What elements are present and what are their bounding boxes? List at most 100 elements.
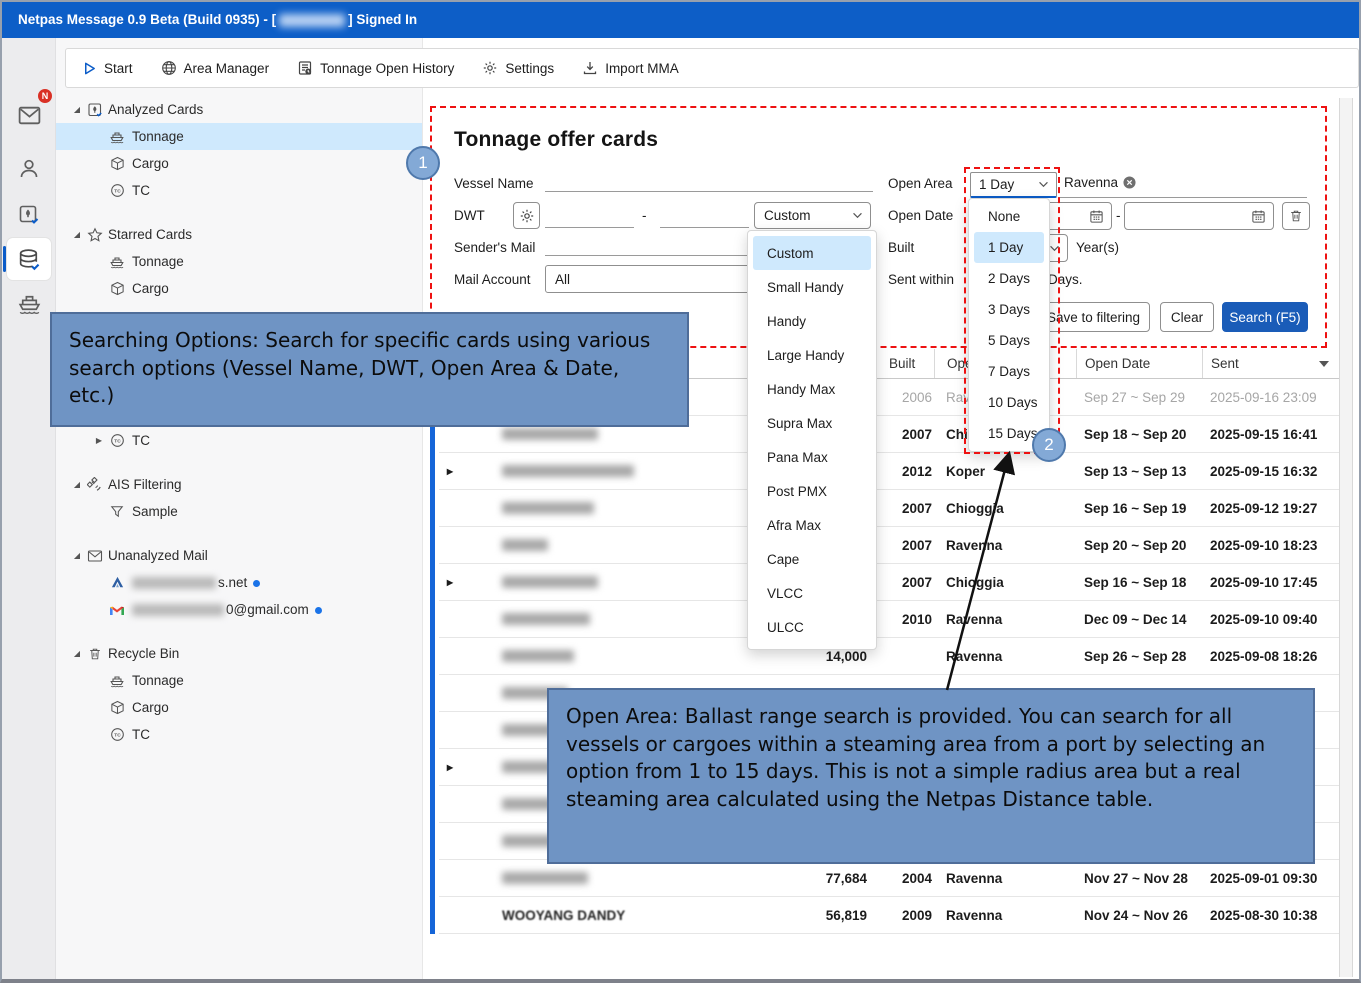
header-built[interactable]: Built bbox=[870, 349, 934, 378]
sidebar-item-0-gmail-com[interactable]: 0@gmail.com bbox=[56, 596, 422, 623]
calendar-icon[interactable] bbox=[1089, 209, 1111, 224]
dropdown-option-large-handy[interactable]: Large Handy bbox=[753, 338, 871, 372]
sidebar-group-analyzed-cards[interactable]: ◢Analyzed Cards bbox=[56, 96, 422, 123]
dropdown-option-custom[interactable]: Custom bbox=[753, 236, 871, 270]
sidebar-item-cargo[interactable]: Cargo bbox=[56, 275, 422, 302]
dropdown-option-afra-max[interactable]: Afra Max bbox=[753, 508, 871, 542]
row-expand-icon[interactable]: ▶ bbox=[439, 564, 461, 600]
dropdown-option-ulcc[interactable]: ULCC bbox=[753, 610, 871, 644]
header-open-date[interactable]: Open Date bbox=[1076, 349, 1202, 378]
tree-expanded-icon[interactable]: ◢ bbox=[70, 105, 84, 114]
toolbar-button-start[interactable]: Start bbox=[82, 61, 133, 76]
sidebar-group-unanalyzed-mail[interactable]: ◢Unanalyzed Mail bbox=[56, 542, 422, 569]
sidebar-item-tonnage[interactable]: Tonnage bbox=[56, 248, 422, 275]
dropdown-option-handy[interactable]: Handy bbox=[753, 304, 871, 338]
built-unit-label: Year(s) bbox=[1076, 240, 1119, 255]
sidebar-item-cargo[interactable]: Cargo bbox=[56, 150, 422, 177]
rail-item-mail[interactable]: N bbox=[7, 94, 51, 136]
cell-sent: 2025-09-10 17:45 bbox=[1202, 564, 1339, 600]
sidebar-item-tc[interactable]: TCTC bbox=[56, 721, 422, 748]
dropdown-option-10-days[interactable]: 10 Days bbox=[974, 387, 1044, 418]
vessel-name-input[interactable] bbox=[545, 170, 873, 192]
rail-item-analyzed-mail[interactable] bbox=[7, 194, 51, 236]
blurred-account-name bbox=[132, 604, 224, 616]
cell-open-date: Sep 16 ~ Sep 19 bbox=[1076, 490, 1202, 526]
dwt-max-input[interactable] bbox=[660, 206, 749, 228]
sidebar-item-sample[interactable]: Sample bbox=[56, 498, 422, 525]
dropdown-option-post-pmx[interactable]: Post PMX bbox=[753, 474, 871, 508]
table-row[interactable]: 2007ChioggiaSep 16 ~ Sep 192025-09-12 19… bbox=[439, 490, 1339, 527]
dwt-min-input[interactable] bbox=[545, 206, 634, 228]
dropdown-option-small-handy[interactable]: Small Handy bbox=[753, 270, 871, 304]
dropdown-option-vlcc[interactable]: VLCC bbox=[753, 576, 871, 610]
sidebar-item-tc[interactable]: TCTC bbox=[56, 177, 422, 204]
toolbar-button-label: Area Manager bbox=[184, 61, 270, 76]
dropdown-option-cape[interactable]: Cape bbox=[753, 542, 871, 576]
toolbar-button-settings[interactable]: Settings bbox=[482, 60, 554, 76]
sort-desc-icon[interactable] bbox=[1319, 361, 1329, 367]
sidebar-group-starred-cards[interactable]: ◢Starred Cards bbox=[56, 221, 422, 248]
dropdown-option-7-days[interactable]: 7 Days bbox=[974, 356, 1044, 387]
tree-expanded-icon[interactable]: ◢ bbox=[70, 649, 84, 658]
sidebar-group-recycle-bin[interactable]: ◢Recycle Bin bbox=[56, 640, 422, 667]
window-title-suffix: ] Signed In bbox=[348, 12, 417, 27]
toolbar-button-area-manager[interactable]: Area Manager bbox=[161, 60, 270, 76]
globe-icon bbox=[161, 60, 177, 76]
tree-expanded-icon[interactable]: ◢ bbox=[70, 480, 84, 489]
dropdown-option-5-days[interactable]: 5 Days bbox=[974, 325, 1044, 356]
open-area-select[interactable]: 1 Day bbox=[970, 172, 1057, 198]
table-row[interactable]: 2007RavennaSep 20 ~ Sep 202025-09-10 18:… bbox=[439, 527, 1339, 564]
dwt-settings-button[interactable] bbox=[513, 202, 540, 229]
card-database-icon bbox=[17, 247, 42, 272]
clear-button[interactable]: Clear bbox=[1160, 302, 1214, 332]
row-expand-icon[interactable]: ▶ bbox=[439, 453, 461, 489]
table-row[interactable]: 2010RavennaDec 09 ~ Dec 142025-09-10 09:… bbox=[439, 601, 1339, 638]
sidebar-item-tc[interactable]: ▶TCTC bbox=[56, 427, 422, 454]
ship-icon bbox=[108, 128, 126, 146]
dropdown-option-3-days[interactable]: 3 Days bbox=[974, 294, 1044, 325]
table-row[interactable]: 14,000RavennaSep 26 ~ Sep 282025-09-08 1… bbox=[439, 638, 1339, 675]
calendar-icon[interactable] bbox=[1251, 209, 1273, 224]
rail-item-vessels[interactable] bbox=[7, 282, 51, 324]
vessel-size-select[interactable]: Custom bbox=[754, 202, 871, 229]
sidebar-item-tonnage[interactable]: Tonnage bbox=[56, 123, 422, 150]
table-row[interactable]: ▶2012KoperSep 13 ~ Sep 132025-09-15 16:3… bbox=[439, 453, 1339, 490]
row-expand-icon[interactable]: ▶ bbox=[439, 749, 461, 785]
dropdown-option-2-days[interactable]: 2 Days bbox=[974, 263, 1044, 294]
sidebar-item-tonnage[interactable]: Tonnage bbox=[56, 667, 422, 694]
tree-expanded-icon[interactable]: ◢ bbox=[70, 230, 84, 239]
tree-expanded-icon[interactable]: ◢ bbox=[70, 551, 84, 560]
table-row[interactable]: 77,6842004RavennaNov 27 ~ Nov 282025-09-… bbox=[439, 860, 1339, 897]
dropdown-option-handy-max[interactable]: Handy Max bbox=[753, 372, 871, 406]
rail-item-card-database[interactable] bbox=[7, 238, 51, 280]
dropdown-option-supra-max[interactable]: Supra Max bbox=[753, 406, 871, 440]
vertical-scrollbar[interactable] bbox=[1339, 98, 1353, 977]
table-row[interactable]: WOOYANG DANDY56,8192009RavennaNov 24 ~ N… bbox=[439, 897, 1339, 934]
rail-item-contacts[interactable] bbox=[7, 148, 51, 190]
dropdown-option-none[interactable]: None bbox=[974, 201, 1044, 232]
trash-icon bbox=[86, 645, 104, 663]
toolbar-button-import-mma[interactable]: Import MMA bbox=[582, 60, 679, 76]
toolbar-button-tonnage-open-history[interactable]: Tonnage Open History bbox=[297, 60, 454, 76]
open-area-input[interactable] bbox=[1060, 172, 1307, 198]
sidebar-item-cargo[interactable]: Cargo bbox=[56, 694, 422, 721]
save-to-filtering-button[interactable]: Save to filtering bbox=[1037, 302, 1150, 332]
blurred-vessel-name bbox=[502, 539, 548, 551]
cell-vessel bbox=[461, 638, 747, 674]
open-area-label: Open Area bbox=[888, 176, 953, 191]
dropdown-option-1-day[interactable]: 1 Day bbox=[974, 232, 1044, 263]
titlebar[interactable]: Netpas Message 0.9 Beta (Build 0935) - [… bbox=[2, 2, 1359, 38]
header-sent[interactable]: Sent bbox=[1202, 349, 1339, 378]
sidebar-item-s-net[interactable]: s.net bbox=[56, 569, 422, 596]
blurred-vessel-name bbox=[502, 428, 598, 440]
dropdown-option-pana-max[interactable]: Pana Max bbox=[753, 440, 871, 474]
sidebar-group-ais-filtering[interactable]: ◢AIS Filtering bbox=[56, 471, 422, 498]
open-date-clear-button[interactable] bbox=[1282, 202, 1310, 230]
tree-collapsed-icon[interactable]: ▶ bbox=[92, 436, 106, 445]
open-date-to-input[interactable] bbox=[1124, 202, 1274, 230]
chevron-down-icon bbox=[1038, 181, 1056, 188]
table-row[interactable]: ▶2007ChioggiaSep 16 ~ Sep 182025-09-10 1… bbox=[439, 564, 1339, 601]
search-button[interactable]: Search (F5) bbox=[1222, 302, 1308, 332]
dwt-range-dash: - bbox=[642, 208, 647, 223]
download-icon bbox=[582, 60, 598, 76]
